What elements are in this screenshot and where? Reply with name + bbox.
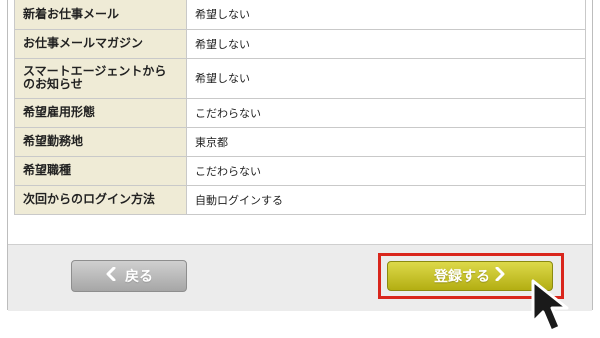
- row-value-job-category: こだわらない: [186, 155, 586, 186]
- table-row: スマートエージェントからのお知らせ 希望しない: [14, 57, 586, 99]
- row-value-new-job-mail: 希望しない: [186, 0, 586, 30]
- mouse-pointer-icon: [531, 279, 569, 333]
- submit-button-label: 登録する: [434, 269, 490, 285]
- settings-table: 新着お仕事メール 希望しない お仕事メールマガジン 希望しない スマートエージェ…: [14, 0, 586, 215]
- table-row: 新着お仕事メール 希望しない: [14, 0, 586, 30]
- row-value-employment-type: こだわらない: [186, 97, 586, 128]
- row-label-login-method: 次回からのログイン方法: [14, 184, 187, 215]
- back-button[interactable]: 戻る: [71, 260, 187, 292]
- table-row: 次回からのログイン方法 自動ログインする: [14, 184, 586, 215]
- row-label-work-location: 希望勤務地: [14, 126, 187, 157]
- row-label-new-job-mail: 新着お仕事メール: [14, 0, 187, 30]
- form-footer: 戻る 登録する: [8, 244, 592, 311]
- row-value-smart-agent-notice: 希望しない: [186, 57, 586, 99]
- chevron-right-icon: [494, 266, 506, 285]
- table-row: 希望職種 こだわらない: [14, 155, 586, 186]
- row-label-employment-type: 希望雇用形態: [14, 97, 187, 128]
- table-row: お仕事メールマガジン 希望しない: [14, 28, 586, 59]
- table-row: 希望勤務地 東京都: [14, 126, 586, 157]
- table-row: 希望雇用形態 こだわらない: [14, 97, 586, 128]
- row-value-job-magazine: 希望しない: [186, 28, 586, 59]
- row-value-login-method: 自動ログインする: [186, 184, 586, 215]
- row-label-job-magazine: お仕事メールマガジン: [14, 28, 187, 59]
- chevron-left-icon: [105, 266, 117, 285]
- back-button-label: 戻る: [125, 269, 153, 285]
- row-value-work-location: 東京都: [186, 126, 586, 157]
- submit-button[interactable]: 登録する: [387, 261, 553, 291]
- row-label-job-category: 希望職種: [14, 155, 187, 186]
- row-label-smart-agent-notice: スマートエージェントからのお知らせ: [14, 57, 187, 99]
